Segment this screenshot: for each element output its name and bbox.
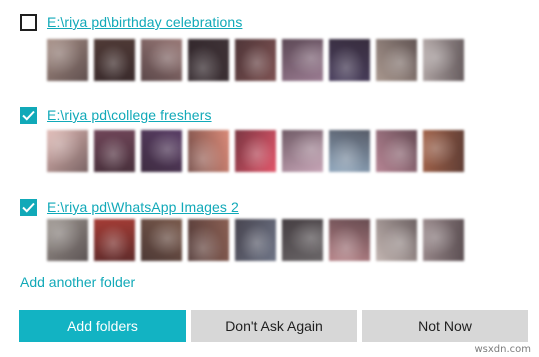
photo-thumbnail [423, 39, 464, 81]
photo-thumbnail [329, 130, 370, 172]
photo-thumbnail [282, 130, 323, 172]
photo-thumbnail [423, 219, 464, 261]
photo-thumbnail [47, 39, 88, 81]
photo-thumbnail [235, 219, 276, 261]
folder-1-path-link[interactable]: E:\riya pd\birthday celebrations [47, 14, 242, 30]
checkmark-icon [22, 202, 35, 213]
folder-row-2: E:\riya pd\college freshers [20, 104, 212, 126]
photo-thumbnail [47, 219, 88, 261]
photo-thumbnail [376, 39, 417, 81]
photo-thumbnail [235, 130, 276, 172]
folder-row-3: E:\riya pd\WhatsApp Images 2 [20, 196, 239, 218]
folder-2-path-link[interactable]: E:\riya pd\college freshers [47, 107, 212, 123]
folder-row-1: E:\riya pd\birthday celebrations [20, 11, 242, 33]
folder-2-checkbox[interactable] [20, 106, 37, 124]
add-folders-button[interactable]: Add folders [19, 310, 186, 342]
folder-1-checkbox[interactable] [20, 13, 37, 31]
checkmark-icon [22, 110, 35, 121]
photo-thumbnail [329, 39, 370, 81]
photo-thumbnail [188, 219, 229, 261]
add-another-folder-link[interactable]: Add another folder [20, 274, 135, 290]
photo-thumbnail [188, 130, 229, 172]
photo-thumbnail [282, 219, 323, 261]
photo-thumbnail [235, 39, 276, 81]
not-now-button[interactable]: Not Now [362, 310, 528, 342]
photo-thumbnail [376, 130, 417, 172]
photo-thumbnail [47, 130, 88, 172]
photo-thumbnail [94, 39, 135, 81]
photo-thumbnail [329, 219, 370, 261]
photo-thumbnail [188, 39, 229, 81]
photo-thumbnail [376, 219, 417, 261]
folder-2-thumbnails [47, 130, 464, 172]
photo-thumbnail [94, 219, 135, 261]
folder-3-thumbnails [47, 219, 464, 261]
photo-thumbnail [141, 219, 182, 261]
photo-thumbnail [282, 39, 323, 81]
photo-thumbnail [423, 130, 464, 172]
watermark-text: wsxdn.com [474, 344, 531, 355]
folder-3-checkbox[interactable] [20, 198, 37, 216]
folder-1-thumbnails [47, 39, 464, 81]
folder-3-path-link[interactable]: E:\riya pd\WhatsApp Images 2 [47, 199, 239, 215]
folder-suggestion-dialog: E:\riya pd\birthday celebrations E:\riya… [0, 0, 539, 357]
photo-thumbnail [141, 39, 182, 81]
dont-ask-again-button[interactable]: Don't Ask Again [191, 310, 357, 342]
photo-thumbnail [94, 130, 135, 172]
photo-thumbnail [141, 130, 182, 172]
